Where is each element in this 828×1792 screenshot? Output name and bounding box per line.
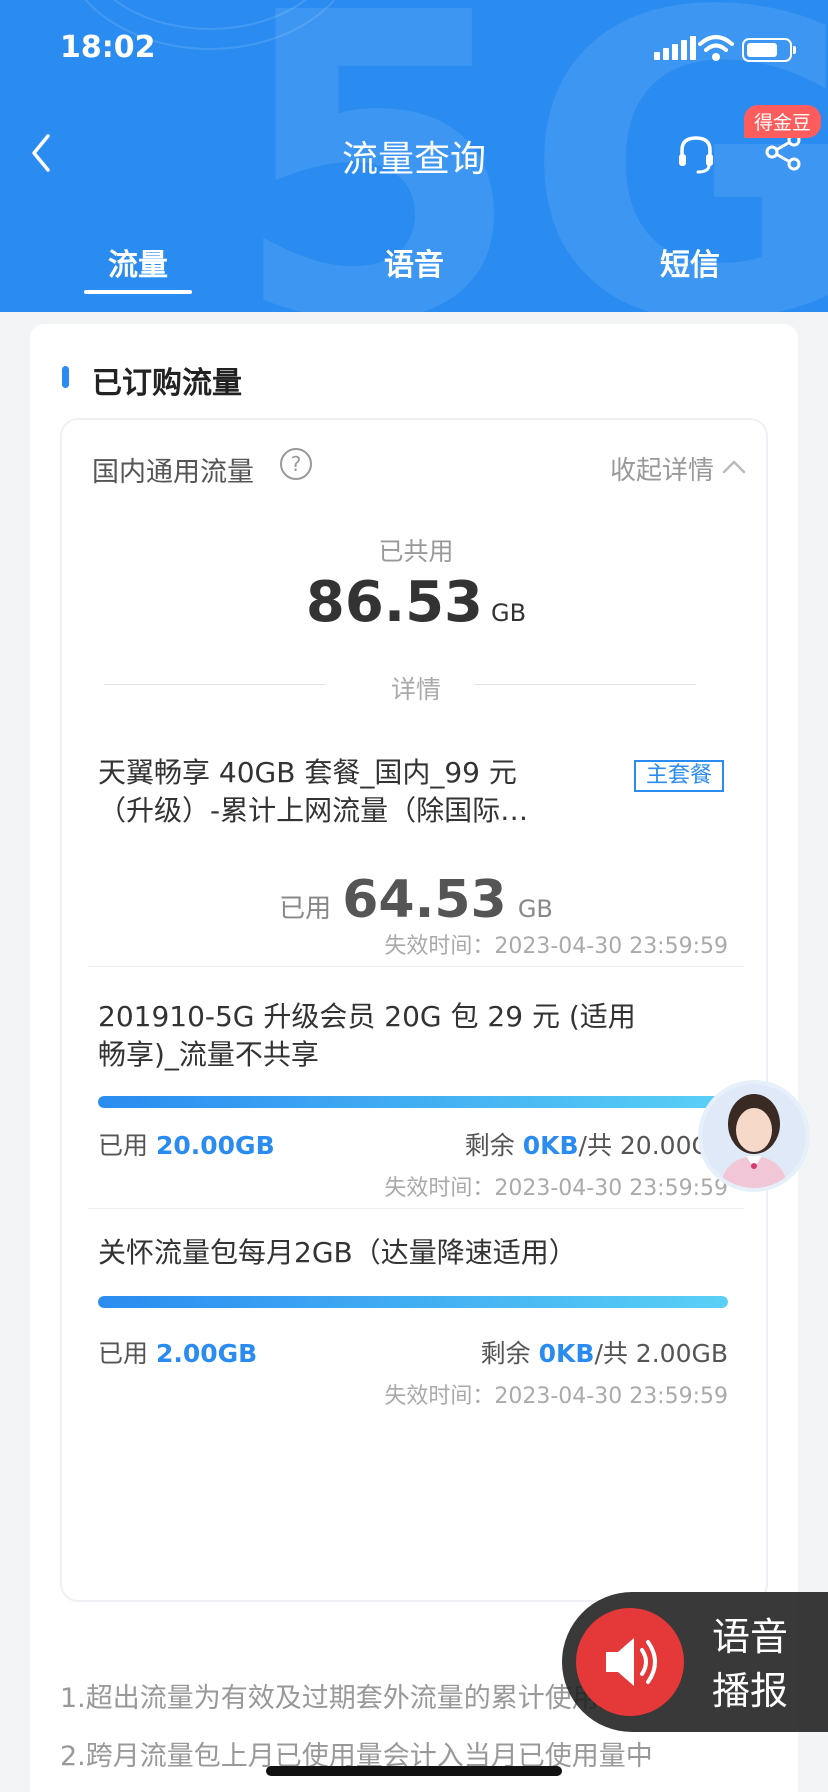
separator [88, 966, 744, 967]
package-1-used-unit: GB [517, 895, 553, 923]
package-3-remain-label: 剩余 [480, 1339, 531, 1368]
customer-service-headset-icon[interactable] [672, 130, 720, 178]
package-3-used-value: 2.00GB [155, 1339, 258, 1368]
app-header: 5G 18:02 流量查询 得金豆 流量 语音 短信 [0, 0, 828, 312]
package-1-name-line2: （升级）-累计上网流量（除国际… [98, 794, 529, 827]
tab-sms[interactable]: 短信 [620, 240, 760, 284]
package-2-expiry: 失效时间：2023-04-30 23:59:59 [384, 1176, 728, 1201]
shared-used-label: 已共用 [378, 537, 454, 566]
package-3-progress-fill [98, 1296, 728, 1308]
speaker-icon [606, 1638, 657, 1686]
battery-icon [742, 38, 796, 62]
package-2-used: 已用 20.00GB [98, 1126, 275, 1162]
package-2-name-line2: 畅享)_流量不共享 [98, 1038, 319, 1071]
package-3-remain-value: 0KB [538, 1339, 595, 1368]
package-2-remain-label: 剩余 [464, 1131, 515, 1160]
chevron-up-icon[interactable] [722, 460, 746, 474]
package-1-expiry: 失效时间：2023-04-30 23:59:59 [384, 934, 728, 959]
shared-used-unit: GB [491, 599, 527, 627]
data-usage-card: 已订购流量 国内通用流量 ? 收起详情 已共用 86.53 GB 详情 天翼畅享 … [30, 324, 798, 1792]
coin-badge[interactable]: 得金豆 [744, 105, 822, 138]
package-1-name-line1: 天翼畅享 40GB 套餐_国内_99 元 [98, 756, 517, 789]
details-divider-label: 详情 [390, 675, 441, 704]
tab-data[interactable]: 流量 [68, 240, 208, 284]
package-3-used-label: 已用 [98, 1339, 149, 1368]
voice-broadcast-label: 语音播报 [712, 1615, 789, 1713]
package-2-remain-value: 0KB [522, 1131, 579, 1160]
package-1-used-label: 已用 [279, 894, 332, 924]
package-3-total: /共 2.00GB [594, 1339, 728, 1368]
assistant-avatar[interactable] [698, 1080, 810, 1192]
signal-icon [654, 36, 696, 60]
main-plan-badge: 主套餐 [634, 760, 725, 792]
package-3-expiry: 失效时间：2023-04-30 23:59:59 [384, 1384, 728, 1409]
help-icon[interactable]: ? [280, 448, 312, 480]
tab-voice[interactable]: 语音 [344, 240, 484, 284]
package-2-used-value: 20.00GB [155, 1131, 275, 1160]
domestic-data-label: 国内通用流量 [92, 457, 254, 488]
package-3-name: 关怀流量包每月2GB（达量降速适用） [98, 1236, 577, 1269]
package-2-progress-fill [98, 1096, 728, 1108]
wifi-icon [698, 35, 734, 61]
package-1-used-value: 64.53 [342, 870, 507, 930]
divider-right [474, 684, 696, 685]
shared-used-value-row: 86.53 GB [62, 570, 770, 635]
package-3-used: 已用 2.00GB [98, 1334, 257, 1370]
voice-broadcast-button[interactable] [576, 1608, 684, 1716]
package-2-name-line1: 201910-5G 升级会员 20G 包 29 元 (适用 [98, 1000, 636, 1033]
home-indicator [266, 1766, 562, 1776]
section-marker [62, 366, 69, 388]
separator [88, 1208, 744, 1209]
collapse-details-button[interactable]: 收起详情 [610, 450, 714, 487]
status-time: 18:02 [60, 30, 156, 65]
package-1-used-row: 已用 64.53 GB [62, 870, 770, 930]
section-title: 已订购流量 [92, 366, 242, 401]
assistant-avatar-image [702, 1084, 806, 1188]
package-3-progress-bar [98, 1296, 728, 1308]
package-2-remaining: 剩余 0KB/共 20.00GB [465, 1126, 728, 1162]
note-1: 1.超出流量为有效及过期套外流量的累计使用量 [60, 1683, 626, 1714]
package-2-used-label: 已用 [98, 1131, 149, 1160]
voice-broadcast-panel[interactable]: 语音播报 [562, 1592, 828, 1732]
domestic-data-panel: 国内通用流量 ? 收起详情 已共用 86.53 GB 详情 天翼畅享 40GB 套… [60, 418, 768, 1602]
shared-used-value: 86.53 [305, 570, 484, 635]
package-3-remaining: 剩余 0KB/共 2.00GB [481, 1334, 728, 1370]
active-tab-indicator [84, 290, 192, 294]
package-2-progress-bar [98, 1096, 728, 1108]
